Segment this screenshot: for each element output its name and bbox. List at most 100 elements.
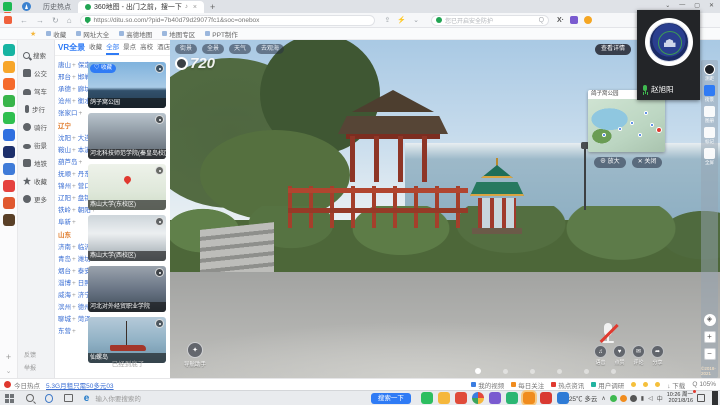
dock-app-icon[interactable] xyxy=(3,44,15,56)
expand-icon[interactable]: + xyxy=(72,207,76,214)
city-link[interactable]: 沈阳 xyxy=(58,135,71,142)
search-chip-button[interactable]: 搜索一下 xyxy=(371,393,411,404)
city-link[interactable]: 抚顺 xyxy=(58,171,71,178)
status-link[interactable]: 每日关注 xyxy=(511,380,544,390)
rail-item-star[interactable]: 收藏 xyxy=(18,172,54,190)
volume-icon[interactable]: ◁ xyxy=(648,395,653,402)
语音-icon[interactable]: ♫ xyxy=(594,345,607,358)
city-link[interactable]: 辽阳 xyxy=(58,195,71,202)
news-ticker-link[interactable]: 5.3G月租只需50多元03 xyxy=(46,380,114,390)
network-icon[interactable]: ▮ xyxy=(641,395,644,402)
city-link[interactable]: 东营 xyxy=(58,328,71,335)
favorites-star-icon[interactable]: ★ xyxy=(30,30,36,38)
expand-icon[interactable]: + xyxy=(72,171,76,178)
dock-app-icon[interactable] xyxy=(3,112,15,124)
start-button[interactable] xyxy=(5,394,14,403)
extension-x-icon[interactable]: X· xyxy=(557,17,564,24)
flash-icon[interactable]: ⚡ xyxy=(397,16,406,24)
taskbar-clock[interactable]: 10:26 周一 2021/8/16 xyxy=(667,392,693,405)
app-music-icon[interactable] xyxy=(540,392,552,404)
rail-footer-link[interactable]: 举报 xyxy=(24,363,54,372)
download-link[interactable]: ↓ 下载 xyxy=(667,380,685,390)
conference-app-icon[interactable] xyxy=(557,392,569,404)
status-link[interactable]: 用户调研 xyxy=(591,380,624,390)
city-link[interactable]: 唐山 xyxy=(58,62,71,69)
scene-dot[interactable] xyxy=(557,369,562,374)
dock-app-icon[interactable] xyxy=(3,197,15,209)
new-tab-button[interactable]: + xyxy=(210,2,215,12)
minimize-button[interactable]: — xyxy=(679,2,685,8)
vr-card[interactable]: 仙螺岛 xyxy=(88,317,166,363)
图册-icon[interactable] xyxy=(704,106,715,117)
share-icon[interactable]: ⇪ xyxy=(385,16,391,24)
city-link[interactable]: 沧州 xyxy=(58,98,71,105)
tab-close-icon[interactable]: × xyxy=(193,4,197,11)
action-语音[interactable]: ♫语音 xyxy=(594,345,607,366)
tab-收藏[interactable]: 收藏 xyxy=(89,41,102,55)
compass-icon[interactable]: ◈ xyxy=(704,314,716,326)
view-details-button[interactable]: 查看详情 xyxy=(595,44,631,55)
bookmark-item[interactable]: 网址大全 xyxy=(76,29,109,39)
bookmark-item[interactable]: 收藏 xyxy=(46,29,66,39)
rail-item-more[interactable]: 更多 xyxy=(18,190,54,208)
expand-icon[interactable]: + xyxy=(79,110,83,117)
tab-active[interactable]: 360地图 - 出门之前，搜一下♪× xyxy=(78,1,204,13)
city-link[interactable]: 邢台 xyxy=(58,74,71,81)
task-view-icon[interactable] xyxy=(64,394,73,402)
status-link[interactable]: 我的视频 xyxy=(471,380,504,390)
browser-logo-icon[interactable] xyxy=(3,2,12,11)
status-link[interactable]: 热点资讯 xyxy=(551,380,584,390)
map-zoom-out-button[interactable]: − xyxy=(704,348,716,360)
extension-purple-icon[interactable] xyxy=(570,16,578,24)
bookmark-item[interactable]: 高德地图 xyxy=(119,29,152,39)
dock-app-icon[interactable] xyxy=(3,78,15,90)
expand-icon[interactable]: + xyxy=(72,244,76,251)
tray-app-icon[interactable] xyxy=(610,395,617,402)
vr-card[interactable]: ♡ 收藏鸽子窝公园 xyxy=(88,62,166,108)
tab-高校[interactable]: 高校 xyxy=(140,41,153,55)
expand-icon[interactable]: + xyxy=(72,195,76,202)
cortana-icon[interactable] xyxy=(45,394,54,403)
city-link[interactable]: 青岛 xyxy=(58,256,71,263)
app-green-icon[interactable] xyxy=(506,392,518,404)
dock-app-icon[interactable] xyxy=(3,146,15,158)
forward-button[interactable]: → xyxy=(36,16,44,25)
browser-360-icon[interactable] xyxy=(472,392,484,404)
全屏-icon[interactable] xyxy=(704,148,715,159)
side-tool-图册[interactable]: 图册 xyxy=(704,106,715,124)
minimap-body[interactable] xyxy=(588,99,665,152)
dock-app-icon[interactable] xyxy=(3,129,15,141)
scene-dot[interactable] xyxy=(503,369,508,374)
side-tool-全屏[interactable]: 全屏 xyxy=(704,148,715,166)
meeting-overlay[interactable]: 赵旭阳 xyxy=(637,10,700,100)
city-link[interactable]: 滨州 xyxy=(58,304,71,311)
dock-app-icon[interactable] xyxy=(3,214,15,226)
address-bar[interactable]: https://ditu.so.com/?pid=7b40d79d29077fc… xyxy=(80,15,375,26)
expand-icon[interactable]: + xyxy=(72,98,76,105)
expand-icon[interactable]: + xyxy=(72,183,76,190)
zoom-in-button[interactable]: ⊕ 放大 xyxy=(594,157,626,168)
分享-icon[interactable]: ➦ xyxy=(651,345,664,358)
home-button[interactable]: ⌂ xyxy=(67,16,72,25)
tab-inactive[interactable]: 历史热点 xyxy=(36,1,78,13)
expand-icon[interactable]: + xyxy=(72,316,76,323)
taskbar-search-text[interactable]: 输入你要搜索的 xyxy=(95,393,141,403)
scene-dot[interactable] xyxy=(611,369,616,374)
pano-chip[interactable]: 天气 xyxy=(229,44,251,54)
action-评论[interactable]: ✉评论 xyxy=(632,345,645,366)
city-link[interactable]: 铁岭 xyxy=(58,207,71,214)
city-link[interactable]: 锦州 xyxy=(58,183,71,190)
街景-icon[interactable] xyxy=(704,85,715,96)
tab-全部[interactable]: 全部 xyxy=(106,41,119,55)
city-link[interactable]: 聊城 xyxy=(58,316,71,323)
menu-icon[interactable]: ⌄ xyxy=(665,2,670,9)
expand-icon[interactable]: + xyxy=(72,280,76,287)
emoji-icon[interactable] xyxy=(643,382,648,387)
page-zoom-indicator[interactable]: Q105% xyxy=(692,381,716,388)
vr-card[interactable]: 河北科技师范学院(秦皇岛校区) xyxy=(88,113,166,159)
city-link[interactable]: 淄博 xyxy=(58,280,71,287)
edge-icon[interactable]: e xyxy=(84,393,90,404)
expand-icon[interactable]: + xyxy=(72,135,76,142)
city-link[interactable]: 济南 xyxy=(58,244,71,251)
scene-dot[interactable] xyxy=(530,369,535,374)
